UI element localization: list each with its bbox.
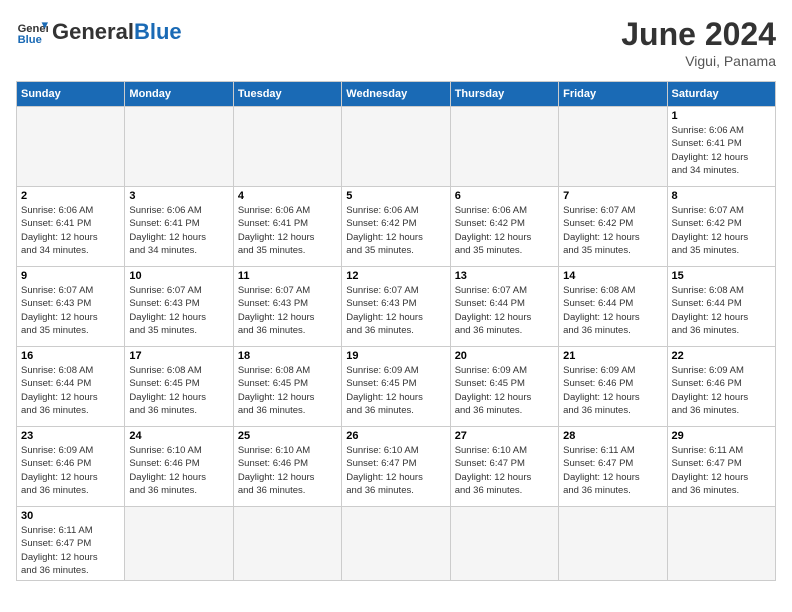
day-4: 4 Sunrise: 6:06 AMSunset: 6:41 PMDayligh… <box>233 187 341 267</box>
day-22: 22 Sunrise: 6:09 AMSunset: 6:46 PMDaylig… <box>667 347 775 427</box>
day-20: 20 Sunrise: 6:09 AMSunset: 6:45 PMDaylig… <box>450 347 558 427</box>
day-5: 5 Sunrise: 6:06 AMSunset: 6:42 PMDayligh… <box>342 187 450 267</box>
header-friday: Friday <box>559 82 667 107</box>
empty-cell <box>233 507 341 581</box>
day-10: 10 Sunrise: 6:07 AMSunset: 6:43 PMDaylig… <box>125 267 233 347</box>
empty-cell <box>667 507 775 581</box>
day-26: 26 Sunrise: 6:10 AMSunset: 6:47 PMDaylig… <box>342 427 450 507</box>
day-16: 16 Sunrise: 6:08 AMSunset: 6:44 PMDaylig… <box>17 347 125 427</box>
logo-text: GeneralBlue <box>52 20 182 44</box>
empty-cell <box>233 107 341 187</box>
svg-text:Blue: Blue <box>18 34 42 46</box>
empty-cell <box>450 107 558 187</box>
day-14: 14 Sunrise: 6:08 AMSunset: 6:44 PMDaylig… <box>559 267 667 347</box>
empty-cell <box>450 507 558 581</box>
logo-icon: General Blue <box>16 16 48 48</box>
day-30: 30 Sunrise: 6:11 AMSunset: 6:47 PMDaylig… <box>17 507 125 581</box>
header-monday: Monday <box>125 82 233 107</box>
day-1: 1 Sunrise: 6:06 AMSunset: 6:41 PMDayligh… <box>667 107 775 187</box>
empty-cell <box>559 107 667 187</box>
empty-cell <box>342 107 450 187</box>
day-23: 23 Sunrise: 6:09 AMSunset: 6:46 PMDaylig… <box>17 427 125 507</box>
day-25: 25 Sunrise: 6:10 AMSunset: 6:46 PMDaylig… <box>233 427 341 507</box>
day-8: 8 Sunrise: 6:07 AMSunset: 6:42 PMDayligh… <box>667 187 775 267</box>
day-9: 9 Sunrise: 6:07 AMSunset: 6:43 PMDayligh… <box>17 267 125 347</box>
day-27: 27 Sunrise: 6:10 AMSunset: 6:47 PMDaylig… <box>450 427 558 507</box>
week-row-1: 1 Sunrise: 6:06 AMSunset: 6:41 PMDayligh… <box>17 107 776 187</box>
weekday-header-row: Sunday Monday Tuesday Wednesday Thursday… <box>17 82 776 107</box>
day-7: 7 Sunrise: 6:07 AMSunset: 6:42 PMDayligh… <box>559 187 667 267</box>
week-row-5: 23 Sunrise: 6:09 AMSunset: 6:46 PMDaylig… <box>17 427 776 507</box>
week-row-2: 2 Sunrise: 6:06 AMSunset: 6:41 PMDayligh… <box>17 187 776 267</box>
empty-cell <box>125 507 233 581</box>
header-thursday: Thursday <box>450 82 558 107</box>
day-15: 15 Sunrise: 6:08 AMSunset: 6:44 PMDaylig… <box>667 267 775 347</box>
day-2: 2 Sunrise: 6:06 AMSunset: 6:41 PMDayligh… <box>17 187 125 267</box>
week-row-4: 16 Sunrise: 6:08 AMSunset: 6:44 PMDaylig… <box>17 347 776 427</box>
day-13: 13 Sunrise: 6:07 AMSunset: 6:44 PMDaylig… <box>450 267 558 347</box>
month-title: June 2024 <box>621 16 776 53</box>
day-17: 17 Sunrise: 6:08 AMSunset: 6:45 PMDaylig… <box>125 347 233 427</box>
empty-cell <box>125 107 233 187</box>
day-18: 18 Sunrise: 6:08 AMSunset: 6:45 PMDaylig… <box>233 347 341 427</box>
location-subtitle: Vigui, Panama <box>621 53 776 69</box>
header-tuesday: Tuesday <box>233 82 341 107</box>
day-28: 28 Sunrise: 6:11 AMSunset: 6:47 PMDaylig… <box>559 427 667 507</box>
header-sunday: Sunday <box>17 82 125 107</box>
day-24: 24 Sunrise: 6:10 AMSunset: 6:46 PMDaylig… <box>125 427 233 507</box>
page-header: General Blue GeneralBlue June 2024 Vigui… <box>16 16 776 69</box>
day-3: 3 Sunrise: 6:06 AMSunset: 6:41 PMDayligh… <box>125 187 233 267</box>
title-area: June 2024 Vigui, Panama <box>621 16 776 69</box>
logo: General Blue GeneralBlue <box>16 16 182 48</box>
day-12: 12 Sunrise: 6:07 AMSunset: 6:43 PMDaylig… <box>342 267 450 347</box>
day-6: 6 Sunrise: 6:06 AMSunset: 6:42 PMDayligh… <box>450 187 558 267</box>
header-saturday: Saturday <box>667 82 775 107</box>
week-row-3: 9 Sunrise: 6:07 AMSunset: 6:43 PMDayligh… <box>17 267 776 347</box>
empty-cell <box>559 507 667 581</box>
week-row-6: 30 Sunrise: 6:11 AMSunset: 6:47 PMDaylig… <box>17 507 776 581</box>
calendar-table: Sunday Monday Tuesday Wednesday Thursday… <box>16 81 776 581</box>
header-wednesday: Wednesday <box>342 82 450 107</box>
empty-cell <box>17 107 125 187</box>
empty-cell <box>342 507 450 581</box>
day-21: 21 Sunrise: 6:09 AMSunset: 6:46 PMDaylig… <box>559 347 667 427</box>
day-11: 11 Sunrise: 6:07 AMSunset: 6:43 PMDaylig… <box>233 267 341 347</box>
day-19: 19 Sunrise: 6:09 AMSunset: 6:45 PMDaylig… <box>342 347 450 427</box>
day-29: 29 Sunrise: 6:11 AMSunset: 6:47 PMDaylig… <box>667 427 775 507</box>
